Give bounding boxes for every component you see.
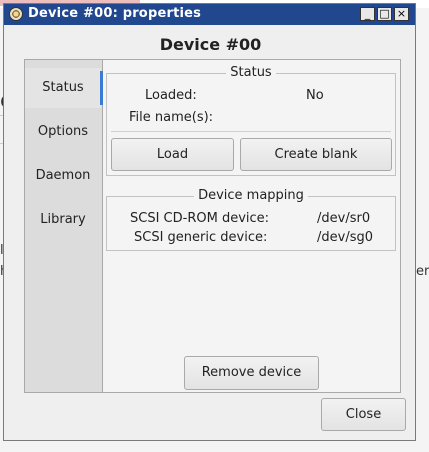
tab-list: Status Options Daemon Library (25, 60, 103, 392)
properties-dialog: Device #00: properties _ □ × Device #00 … (3, 3, 416, 441)
scsi-generic-value: /dev/sg0 (317, 230, 373, 245)
device-heading: Device #00 (159, 35, 262, 54)
create-blank-button[interactable]: Create blank (240, 138, 392, 171)
tab-status[interactable]: Status (25, 68, 103, 108)
status-frame: Status Loaded: No File name(s): Load Cre… (106, 65, 396, 176)
filenames-label: File name(s): (129, 110, 214, 125)
properties-notebook: Status Options Daemon Library Status Loa… (24, 59, 401, 393)
tab-options[interactable]: Options (25, 112, 101, 152)
loaded-label: Loaded: (145, 88, 197, 103)
status-page: Status Loaded: No File name(s): Load Cre… (103, 60, 400, 392)
tab-library[interactable]: Library (25, 200, 101, 240)
scsi-generic-label: SCSI generic device: (134, 230, 268, 245)
status-frame-legend: Status (226, 65, 276, 80)
window-title: Device #00: properties (28, 6, 202, 21)
scsi-cdrom-value: /dev/sr0 (317, 211, 371, 226)
remove-device-button[interactable]: Remove device (184, 356, 319, 390)
device-mapping-frame: Device mapping SCSI CD-ROM device: /dev/… (106, 188, 396, 251)
loaded-value: No (306, 88, 324, 103)
load-button[interactable]: Load (111, 138, 234, 171)
background-text-fragment: er (416, 264, 429, 279)
maximize-button[interactable]: □ (377, 7, 392, 21)
status-separator (111, 131, 391, 132)
close-window-button[interactable]: × (394, 7, 409, 21)
tab-daemon[interactable]: Daemon (25, 156, 101, 196)
title-bar[interactable]: Device #00: properties _ □ × (4, 4, 415, 25)
scsi-cdrom-label: SCSI CD-ROM device: (130, 211, 270, 226)
minimize-button[interactable]: _ (360, 7, 375, 21)
app-disc-icon (9, 7, 23, 21)
close-button[interactable]: Close (321, 398, 406, 431)
device-mapping-legend: Device mapping (194, 188, 308, 203)
